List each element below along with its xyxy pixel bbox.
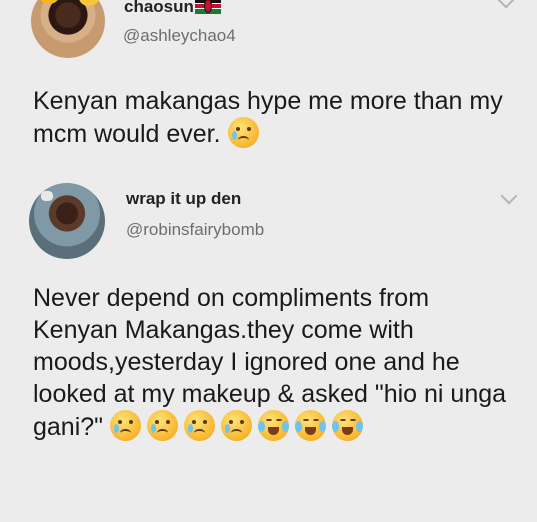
display-name[interactable]: chaosun — [124, 0, 221, 17]
display-name-text: chaosun — [124, 0, 194, 16]
tweet-card: wrap it up den @robinsfairybomb Never de… — [0, 178, 537, 522]
disappointed-relieved-emoji-icon — [227, 117, 259, 148]
display-name[interactable]: wrap it up den — [126, 189, 241, 209]
tears-of-joy-emoji-icon — [258, 410, 289, 441]
tweet-body: Kenyan makangas hype me more than my mcm… — [33, 87, 503, 148]
chevron-down-icon[interactable] — [497, 0, 515, 9]
disappointed-relieved-emoji-icon — [221, 410, 252, 441]
tears-of-joy-emoji-icon — [332, 410, 363, 441]
chevron-down-icon[interactable] — [500, 187, 518, 205]
disappointed-relieved-emoji-icon — [147, 410, 178, 441]
tweet-card: chaosun @ashleychao4 Kenyan makangas hyp… — [0, 0, 537, 178]
avatar[interactable] — [29, 183, 105, 259]
user-handle[interactable]: @robinsfairybomb — [126, 220, 264, 240]
tweet-text: Never depend on compliments from Kenyan … — [33, 282, 513, 443]
kenya-flag-icon — [194, 0, 221, 14]
disappointed-relieved-emoji-icon — [110, 410, 141, 441]
disappointed-relieved-emoji-icon — [184, 410, 215, 441]
emoji-row — [110, 410, 369, 441]
tears-of-joy-emoji-icon — [295, 410, 326, 441]
user-handle[interactable]: @ashleychao4 — [123, 26, 236, 46]
avatar[interactable] — [31, 0, 105, 58]
tweet-text: Kenyan makangas hype me more than my mcm… — [33, 86, 513, 150]
